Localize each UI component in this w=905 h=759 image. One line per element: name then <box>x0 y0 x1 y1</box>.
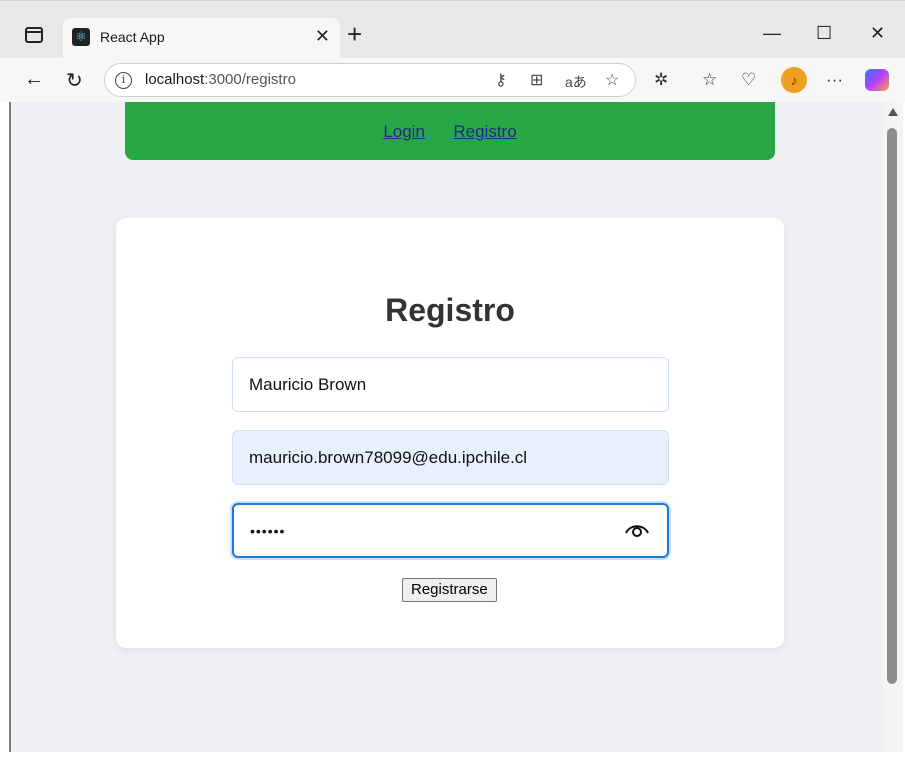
browser-toolbar: ← ↻ i localhost:3000/registro ⚷ ⊞ aあ ☆ ✲… <box>0 58 905 102</box>
minimize-button[interactable]: — <box>763 23 781 44</box>
register-card: Registro Mauricio Brown mauricio.brown78… <box>116 218 784 648</box>
password-key-icon[interactable]: ⚷ <box>495 70 507 90</box>
tab-actions-icon[interactable] <box>25 27 43 43</box>
favorite-star-icon[interactable]: ☆ <box>605 70 619 90</box>
favorites-icon[interactable]: ☆ <box>702 70 717 90</box>
name-field[interactable]: Mauricio Brown <box>232 357 669 412</box>
tab-title: React App <box>100 29 165 45</box>
maximize-button[interactable]: ☐ <box>816 23 832 44</box>
scroll-up-arrow-icon[interactable] <box>888 108 898 116</box>
more-menu-icon[interactable]: ··· <box>826 70 843 90</box>
scroll-thumb[interactable] <box>887 128 897 684</box>
name-field-value: Mauricio Brown <box>249 375 367 394</box>
refresh-icon[interactable]: ↻ <box>66 68 83 93</box>
show-password-eye-icon[interactable] <box>625 520 649 540</box>
nav-link-login[interactable]: Login <box>383 122 425 141</box>
browser-essentials-icon[interactable]: ♡ <box>741 70 756 90</box>
address-bar[interactable]: i localhost:3000/registro ⚷ ⊞ aあ ☆ <box>104 63 636 97</box>
site-info-icon[interactable]: i <box>115 72 132 89</box>
react-favicon-icon: ⚛ <box>72 28 90 46</box>
browser-tabbar: ⚛ React App ✕ + — ☐ ✕ <box>0 0 905 59</box>
immersive-reader-icon[interactable]: ⊞ <box>530 70 543 90</box>
translate-icon[interactable]: aあ <box>565 72 587 92</box>
top-navbar: Login Registro <box>125 102 775 160</box>
password-field[interactable]: •••••• <box>232 503 669 558</box>
new-tab-button[interactable]: + <box>347 21 362 47</box>
tab-close-icon[interactable]: ✕ <box>315 26 330 47</box>
email-field-value: mauricio.brown78099@edu.ipchile.cl <box>249 448 528 467</box>
back-icon[interactable]: ← <box>24 68 44 91</box>
browser-tab[interactable]: ⚛ React App ✕ <box>63 18 340 59</box>
profile-avatar[interactable]: ♪ <box>781 67 807 93</box>
url-text[interactable]: localhost:3000/registro <box>145 71 296 88</box>
register-submit-button[interactable]: Registrarse <box>402 578 497 602</box>
password-field-value: •••••• <box>250 523 286 539</box>
nav-link-registro[interactable]: Registro <box>453 122 516 141</box>
vertical-scrollbar[interactable] <box>883 102 903 752</box>
email-field[interactable]: mauricio.brown78099@edu.ipchile.cl <box>232 430 669 485</box>
extensions-icon[interactable]: ✲ <box>654 70 668 90</box>
page-title: Registro <box>385 292 515 328</box>
page-viewport: Login Registro Registro Mauricio Brown m… <box>9 102 883 752</box>
close-window-button[interactable]: ✕ <box>870 23 885 44</box>
copilot-icon[interactable] <box>865 69 889 91</box>
